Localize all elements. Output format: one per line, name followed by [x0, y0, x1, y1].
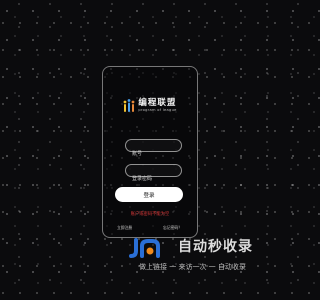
error-message: 账户或密码不能为空 [130, 212, 170, 217]
brand-logo: 编程联盟 program of league [0, 98, 300, 114]
password-input[interactable] [126, 173, 181, 185]
forgot-password-link[interactable]: 忘记密码？ [163, 225, 182, 231]
register-link[interactable]: 立即注册 [117, 225, 132, 231]
brand-title: 编程联盟 [138, 98, 177, 108]
watermark-banner: 自动秒收录 做上链接 一 来访一次 一 自动收录 [128, 235, 283, 277]
people-icon [123, 99, 135, 112]
watermark-logo-icon [129, 238, 160, 258]
username-field[interactable] [125, 139, 182, 160]
username-input[interactable] [126, 148, 181, 160]
watermark-title: 自动秒收录 [178, 239, 253, 255]
login-button[interactable]: 登录 [115, 187, 183, 202]
brand-subtitle: program of league [138, 108, 177, 112]
password-field[interactable] [125, 164, 182, 185]
watermark-subtitle: 做上链接 一 来访一次 一 自动收录 [139, 263, 246, 271]
